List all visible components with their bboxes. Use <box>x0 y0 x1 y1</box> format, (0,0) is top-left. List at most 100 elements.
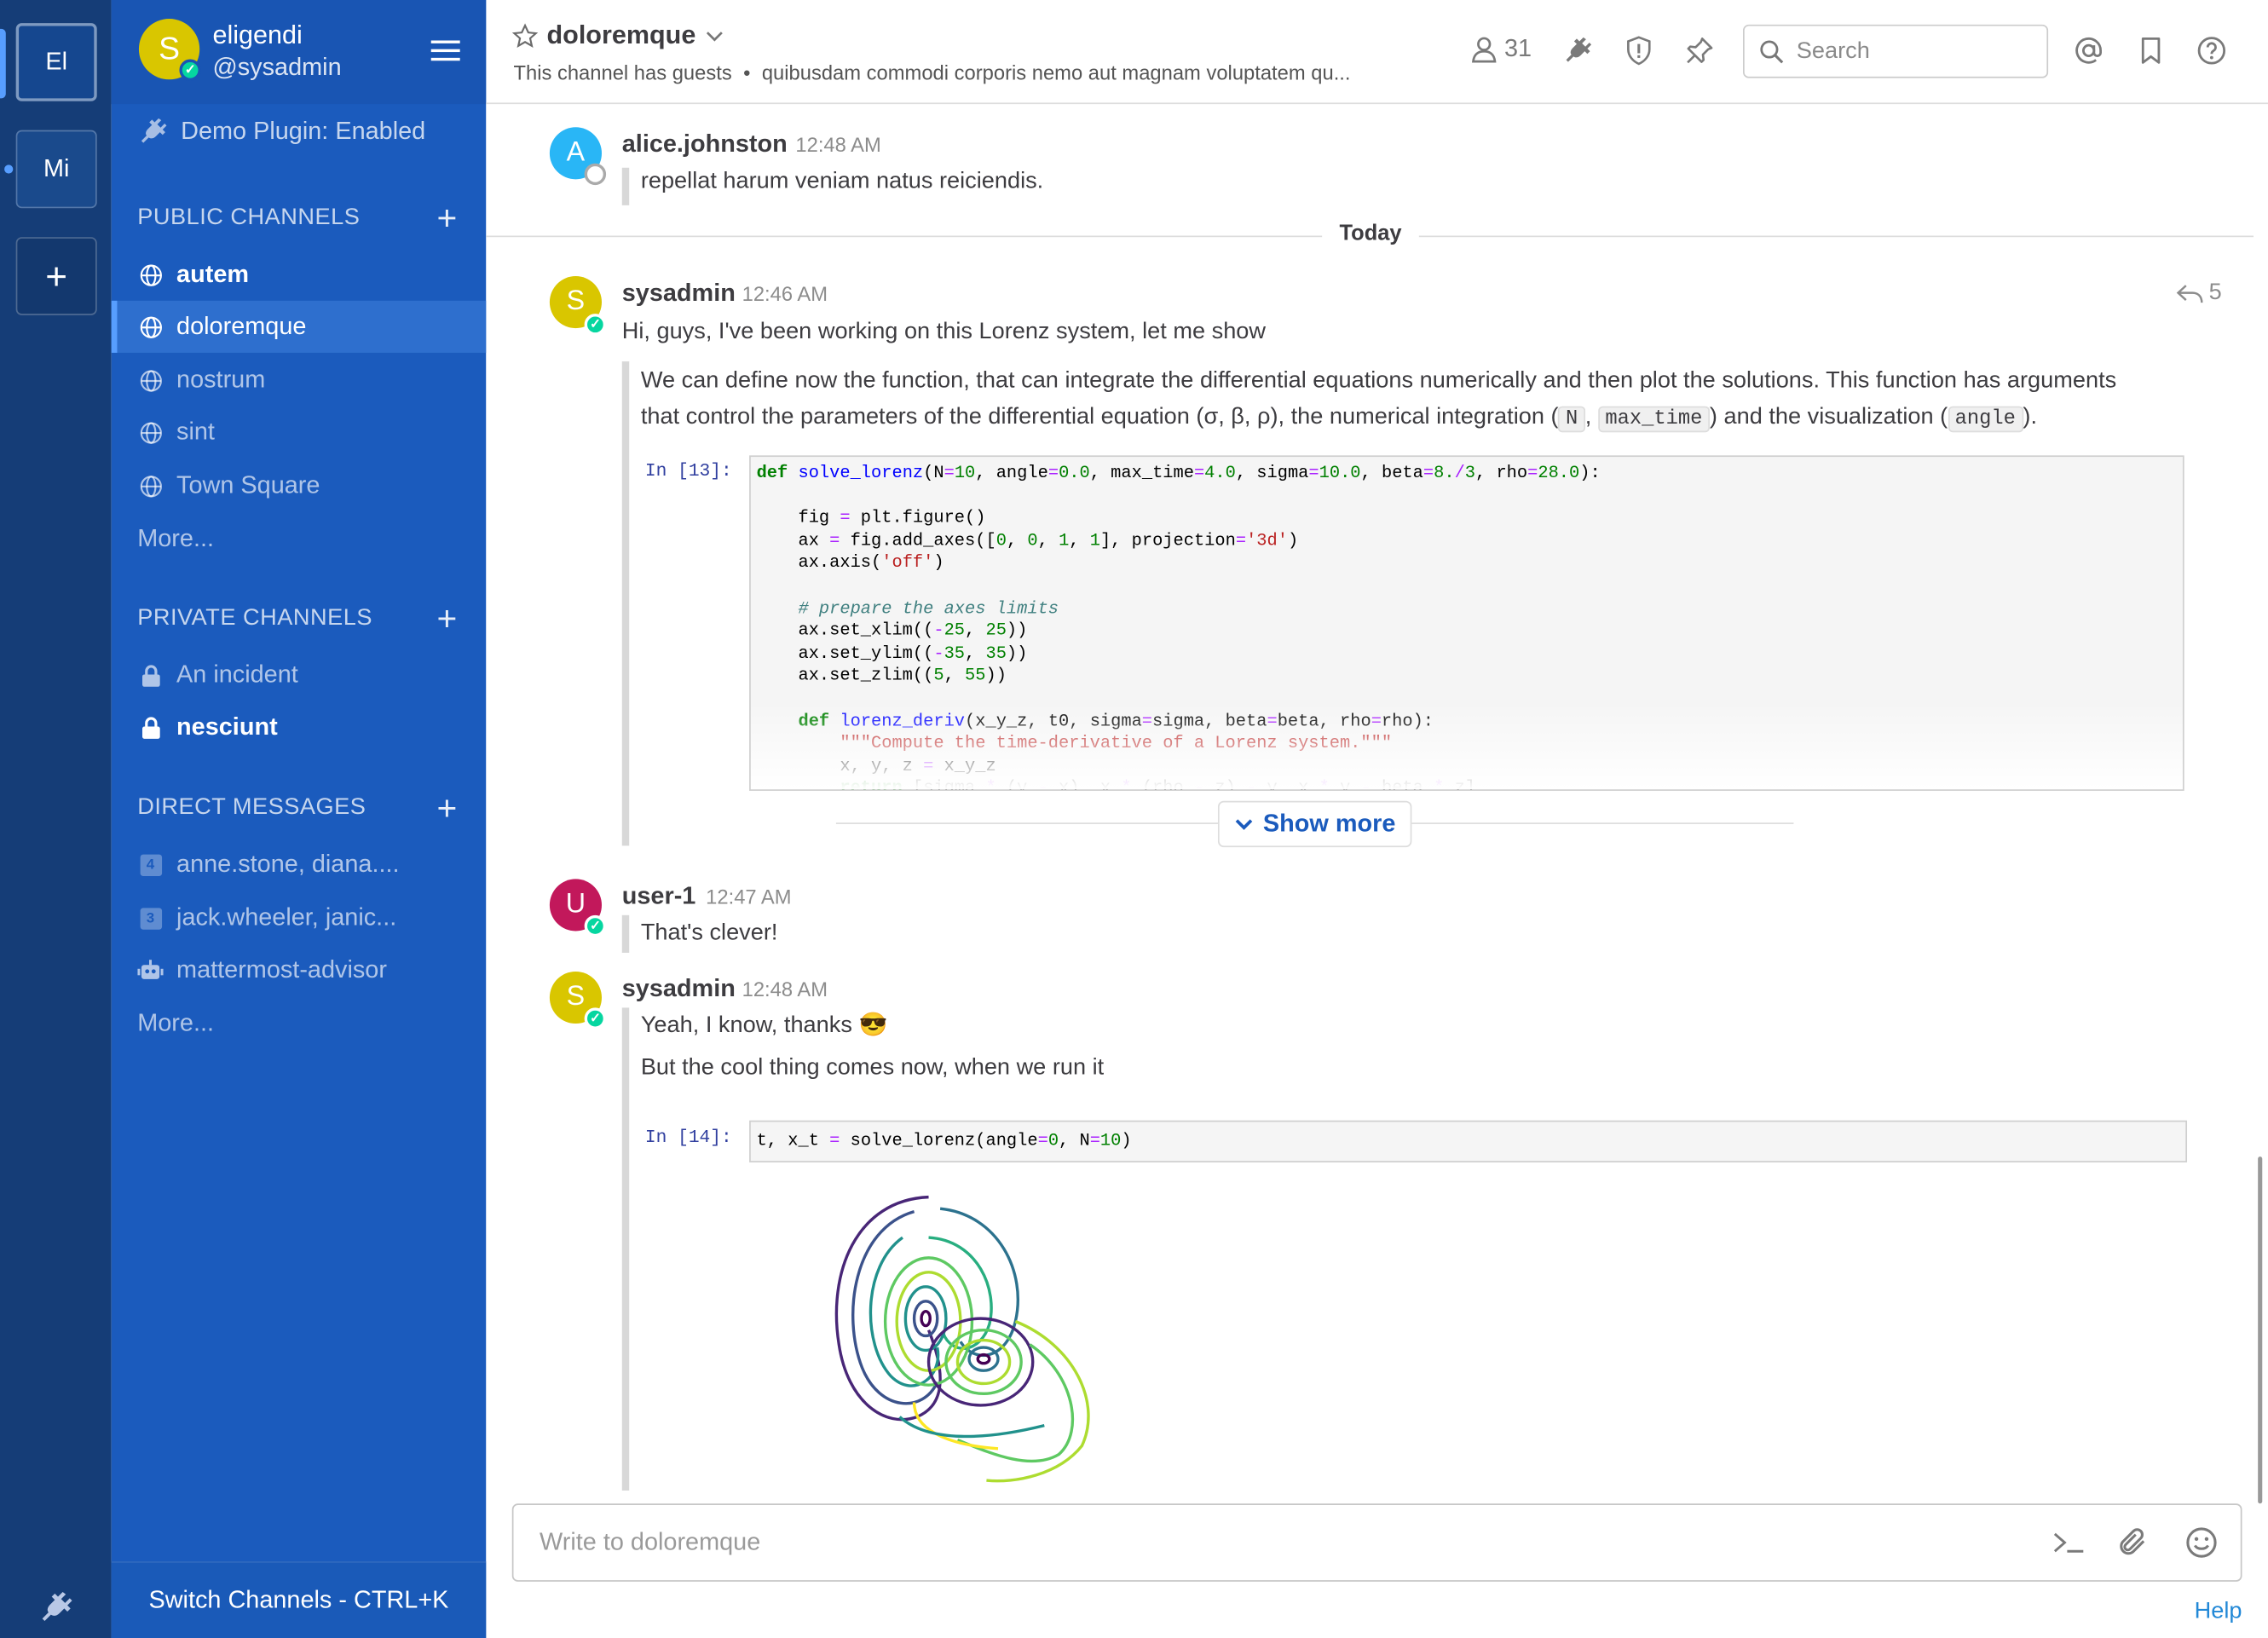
post-text: That's clever! <box>640 920 778 946</box>
post-time[interactable]: 12:47 AM <box>706 885 791 908</box>
plugin-icon[interactable] <box>1562 35 1594 66</box>
team-sidebar: El Mi + <box>0 0 112 1638</box>
reply-icon <box>2176 285 2203 303</box>
message-composer[interactable]: Write to doloremque <box>511 1503 2242 1582</box>
lock-icon <box>137 662 164 689</box>
post-author[interactable]: user-1 <box>622 882 696 911</box>
add-team-button[interactable]: + <box>15 237 97 315</box>
member-count-badge: 3 <box>139 907 162 929</box>
plugin-status[interactable]: Demo Plugin: Enabled <box>137 116 425 147</box>
code-block: def solve_lorenz(N=10, angle=0.0, max_ti… <box>749 455 2184 791</box>
inline-code: angle <box>1948 406 2023 433</box>
post-author[interactable]: sysadmin <box>622 974 736 1003</box>
direct-messages-title: DIRECT MESSAGES <box>137 795 366 820</box>
more-direct-messages[interactable]: More... <box>112 998 487 1050</box>
notebook-prompt: In [14]: <box>644 1128 732 1148</box>
private-channels-title: PRIVATE CHANNELS <box>137 605 372 631</box>
more-public-channels[interactable]: More... <box>112 513 487 565</box>
sidebar-item-mattermost-advisor[interactable]: mattermost-advisor <box>112 944 487 996</box>
post-text: Hi, guys, I've been working on this Lore… <box>621 319 1267 344</box>
online-status-icon: ✓ <box>179 59 201 81</box>
sidebar-item-doloremque[interactable]: doloremque <box>111 300 487 353</box>
active-team-indicator <box>0 28 6 99</box>
public-channels-title: PUBLIC CHANNELS <box>137 205 361 230</box>
switch-channels-button[interactable]: Switch Channels - CTRL+K <box>111 1561 487 1638</box>
member-icon <box>1471 37 1497 63</box>
team-name: eligendi <box>212 20 303 49</box>
sidebar-item-sint[interactable]: sint <box>112 407 487 459</box>
sidebar-item-nostrum[interactable]: nostrum <box>112 355 487 407</box>
channel-purpose: This channel has guests • quibusdam comm… <box>513 61 1351 84</box>
plugin-icon[interactable] <box>38 1589 75 1626</box>
unread-team-dot <box>4 164 14 174</box>
team-button-eligendi[interactable]: El <box>15 23 97 101</box>
member-count-badge: 4 <box>139 853 162 876</box>
shield-icon[interactable] <box>1623 35 1654 66</box>
emoji-picker-icon[interactable] <box>2184 1526 2219 1560</box>
sunglasses-emoji: 😎 <box>858 1013 888 1039</box>
pin-icon[interactable] <box>1683 35 1715 66</box>
channel-name-menu[interactable]: doloremque <box>511 20 725 51</box>
add-public-channel-button[interactable]: + <box>436 202 457 237</box>
channel-members-button[interactable]: 31 <box>1469 35 1532 64</box>
inline-code: N <box>1558 406 1585 433</box>
search-input[interactable]: Search <box>1743 24 2049 78</box>
post-time[interactable]: 12:48 AM <box>795 133 880 156</box>
away-status-icon <box>584 163 607 186</box>
globe-icon <box>137 262 164 288</box>
date-separator-label: Today <box>1322 221 1419 246</box>
post-author[interactable]: sysadmin <box>622 279 736 308</box>
sidebar-header[interactable]: S ✓ eligendi @sysadmin <box>111 0 487 105</box>
sidebar-item-dm-group-1[interactable]: 4 anne.stone, diana.... <box>112 839 487 891</box>
message-input[interactable]: Write to doloremque <box>540 1528 760 1557</box>
add-private-channel-button[interactable]: + <box>436 603 457 637</box>
globe-icon <box>137 367 164 394</box>
search-icon <box>1760 39 1784 63</box>
team-button-mi[interactable]: Mi <box>15 130 97 209</box>
channel-sidebar: S ✓ eligendi @sysadmin Demo Plugin: Enab… <box>111 0 487 1638</box>
slash-command-icon[interactable] <box>2051 1526 2086 1560</box>
mentions-icon[interactable] <box>2073 35 2104 66</box>
globe-icon <box>137 419 164 446</box>
lorenz-attractor-plot <box>834 1195 1090 1483</box>
lock-icon <box>137 714 164 741</box>
globe-icon <box>137 473 164 499</box>
sidebar-item-town-square[interactable]: Town Square <box>112 459 487 511</box>
show-more-button[interactable]: Show more <box>1217 800 1412 848</box>
sidebar-item-autem[interactable]: autem <box>112 249 487 301</box>
sidebar-item-an-incident[interactable]: An incident <box>112 649 487 701</box>
sidebar-item-dm-group-2[interactable]: 3 jack.wheeler, janic... <box>112 892 487 944</box>
help-icon[interactable] <box>2196 35 2227 66</box>
saved-posts-icon[interactable] <box>2135 35 2167 66</box>
post-text: But the cool thing comes now, when we ru… <box>640 1055 1105 1081</box>
post-text: repellat harum veniam natus reiciendis. <box>640 169 1044 194</box>
plug-icon <box>141 118 167 143</box>
post-time[interactable]: 12:46 AM <box>742 282 828 305</box>
chevron-down-icon <box>706 31 723 41</box>
message-list[interactable]: A alice.johnston 12:48 AM repellat harum… <box>486 104 2254 1492</box>
online-status-icon: ✓ <box>584 1007 607 1030</box>
member-count: 31 <box>1503 34 1532 62</box>
mattermost-app: El Mi + S ✓ eligendi @sysadmin Demo Plug… <box>0 0 2268 1638</box>
online-status-icon: ✓ <box>584 314 607 336</box>
globe-icon <box>137 314 164 340</box>
attachment-icon[interactable] <box>2116 1526 2151 1560</box>
post-author[interactable]: alice.johnston <box>622 130 788 159</box>
favorite-star-icon[interactable] <box>511 22 539 49</box>
inline-code: max_time <box>1597 406 1710 433</box>
post-paragraph: We can define now the function, that can… <box>640 368 2117 433</box>
post-time[interactable]: 12:48 AM <box>742 978 828 1001</box>
sidebar-item-nesciunt[interactable]: nesciunt <box>112 701 487 753</box>
username: @sysadmin <box>212 53 342 81</box>
code-block: t, x_t = solve_lorenz(angle=0, N=10) <box>749 1120 2188 1162</box>
reply-count-button[interactable]: 5 <box>2176 280 2222 307</box>
scrollbar[interactable] <box>2258 1156 2263 1504</box>
bot-icon <box>137 957 164 983</box>
online-status-icon: ✓ <box>584 914 607 937</box>
add-direct-message-button[interactable]: + <box>436 792 457 827</box>
chevron-down-icon <box>1236 819 1253 830</box>
help-link[interactable]: Help <box>2195 1599 2242 1625</box>
main-menu-icon[interactable] <box>430 40 460 61</box>
notebook-prompt: In [13]: <box>644 461 732 482</box>
channel-header: doloremque This channel has guests • qui… <box>486 0 2268 105</box>
